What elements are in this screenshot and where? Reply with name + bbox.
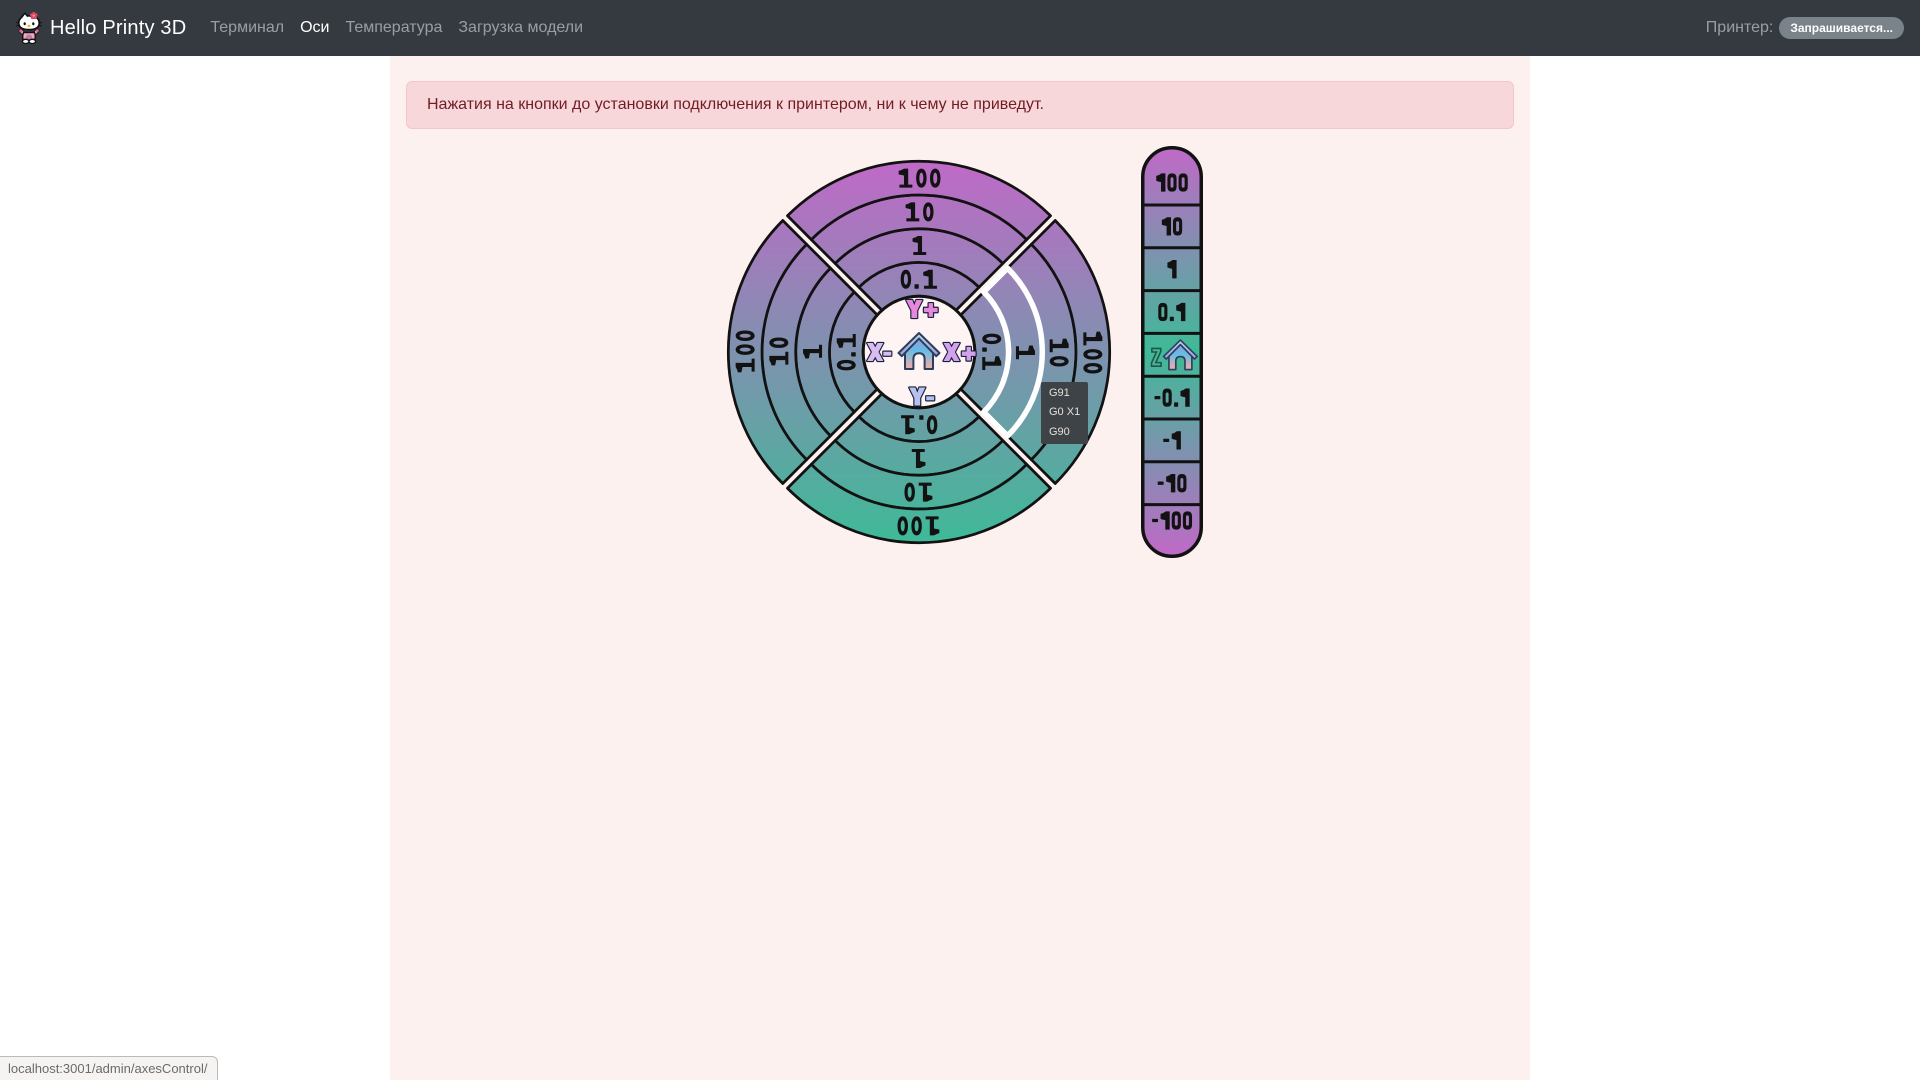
printer-status-area: Принтер: Запрашивается... <box>1706 17 1904 39</box>
xy-jog-wheel <box>724 157 1114 547</box>
main-content: Нажатия на кнопки до установки подключен… <box>390 56 1530 1080</box>
z-move-10-button[interactable] <box>1143 205 1201 248</box>
z-move--0.1-button[interactable] <box>1143 376 1201 419</box>
browser-status-url: localhost:3001/admin/axesControl/ <box>0 1056 218 1080</box>
z-move-100-button[interactable] <box>1143 146 1201 205</box>
z-move-1-button[interactable] <box>1143 248 1201 291</box>
printer-status-badge: Запрашивается... <box>1779 17 1904 39</box>
nav-links: ТерминалОсиТемператураЗагрузка модели <box>202 11 591 45</box>
nav-item-3[interactable]: Загрузка модели <box>450 11 591 45</box>
tooltip-line-1: G0 X1 <box>1049 403 1088 422</box>
navbar: Hello Printy 3D ТерминалОсиТемператураЗа… <box>0 0 1920 56</box>
z-jog-bar <box>1141 146 1203 558</box>
label-x-minus-sign <box>883 352 891 356</box>
z-move--10-button[interactable] <box>1143 462 1201 505</box>
z-move--100-button[interactable] <box>1143 505 1201 558</box>
gcode-tooltip: G91G0 X1G90 <box>1041 382 1088 444</box>
z-move-0.1-button[interactable] <box>1143 291 1201 334</box>
nav-item-2[interactable]: Температура <box>337 11 450 45</box>
nav-item-1[interactable]: Оси <box>292 11 337 45</box>
hello-kitty-logo-icon <box>16 12 42 44</box>
nav-item-0[interactable]: Терминал <box>202 11 292 45</box>
brand[interactable]: Hello Printy 3D <box>16 12 186 44</box>
printer-label: Принтер: <box>1706 19 1774 37</box>
label-y-minus-sign <box>926 396 934 400</box>
z-move--1-button[interactable] <box>1143 419 1201 462</box>
brand-title: Hello Printy 3D <box>50 17 186 40</box>
tooltip-line-2: G90 <box>1049 423 1088 442</box>
tooltip-line-0: G91 <box>1049 384 1088 403</box>
connection-warning-alert: Нажатия на кнопки до установки подключен… <box>406 81 1514 129</box>
z-home-segment[interactable] <box>1143 333 1201 376</box>
